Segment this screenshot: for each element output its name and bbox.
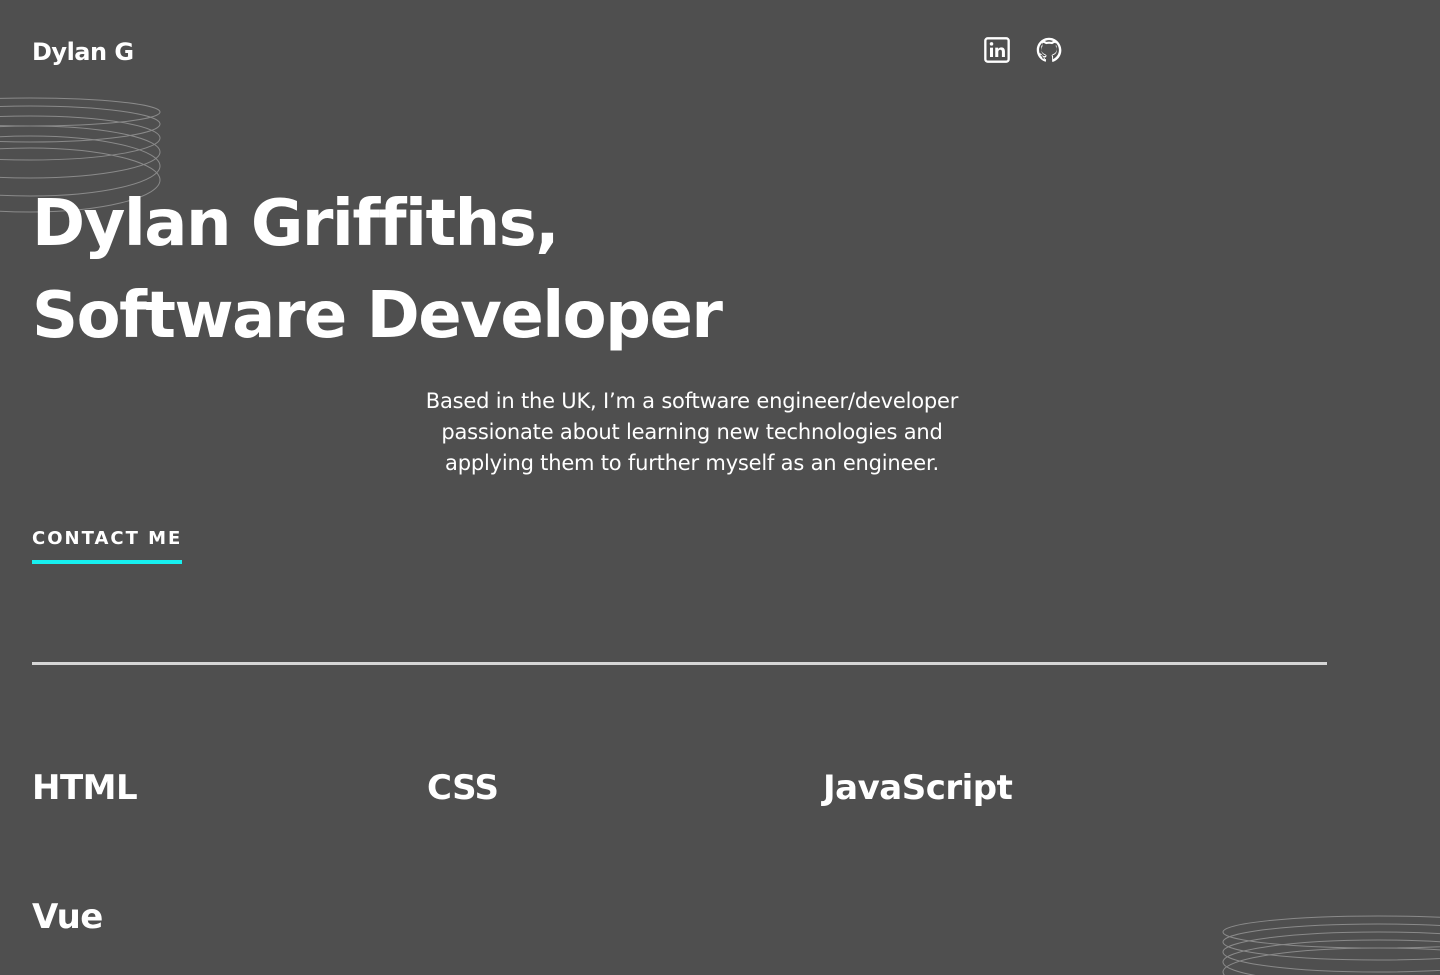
contact-me-link[interactable]: CONTACT ME [32,528,183,564]
linkedin-icon [984,37,1010,63]
skill-html: HTML [32,768,138,808]
decorative-rings-bottom-right [1222,915,1440,975]
intro-text: Based in the UK, I’m a software engineer… [378,386,1006,479]
intro-line: applying them to further myself as an en… [445,451,939,475]
hero-heading: Dylan Griffiths, Software Developer [32,178,723,362]
hero-role: Software Developer [32,279,723,353]
hero-name-highlight: Dylan Griffiths [32,178,537,270]
skill-vue: Vue [32,897,103,937]
linkedin-link[interactable] [983,36,1011,64]
hero-name-line: Dylan Griffiths, [32,178,721,270]
site-logo[interactable]: Dylan G [32,36,134,68]
hero-name-comma: , [535,187,559,261]
portfolio-page: Dylan G Dylan Griffiths, Software Develo… [0,0,1440,975]
github-link[interactable] [1035,36,1063,64]
social-links [983,36,1063,64]
github-icon [1036,37,1062,62]
skill-javascript: JavaScript [823,768,1013,808]
skill-css: CSS [427,768,499,808]
hero-name: Dylan Griffiths [32,187,537,261]
intro-line: Based in the UK, I’m a software engineer… [425,389,959,413]
intro-line: passionate about learning new technologi… [441,420,943,444]
section-divider [32,662,1327,665]
